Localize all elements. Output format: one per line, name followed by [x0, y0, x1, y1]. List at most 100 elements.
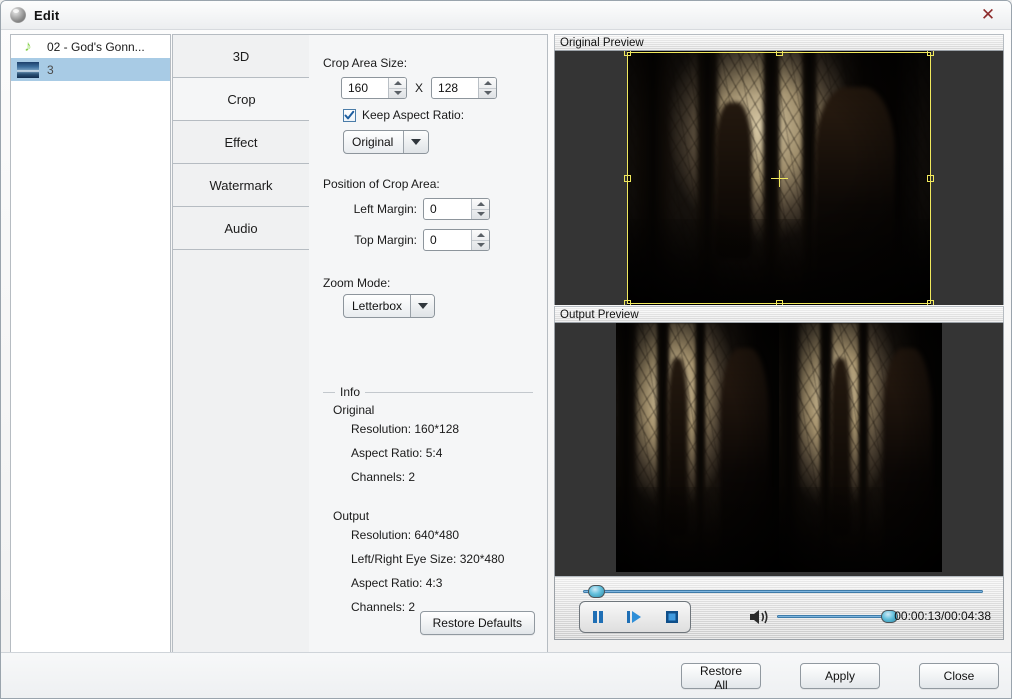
keep-aspect-ratio-label: Keep Aspect Ratio: [362, 108, 465, 122]
tab-strip-filler [173, 250, 310, 655]
info-group: Info Original Resolution: 160*128 Aspect… [323, 385, 533, 621]
dialog-footer: Restore All Apply Close [1, 652, 1011, 698]
crop-width-stepper[interactable] [341, 77, 407, 99]
tab-strip: 3D Crop Effect Watermark Audio [172, 34, 310, 655]
crop-settings-panel: Crop Area Size: X Keep [309, 34, 548, 654]
top-margin-stepper[interactable] [423, 229, 490, 251]
zoom-mode-label: Zoom Mode: [323, 276, 391, 290]
spin-down-icon[interactable] [389, 89, 406, 99]
top-margin-label: Top Margin: [354, 233, 417, 247]
output-preview-stage[interactable] [554, 323, 1004, 576]
list-item-label: 3 [47, 62, 54, 77]
left-margin-label: Left Margin: [353, 202, 417, 216]
crop-center-crosshair [779, 170, 780, 187]
list-item-label: 02 - God's Gonn... [47, 39, 145, 54]
crop-handle-bottom-left[interactable] [624, 300, 631, 305]
zoom-mode-value: Letterbox [352, 299, 403, 313]
edit-dialog: Edit ✕ ♪ 02 - God's Gonn... 3 3D Crop Ef… [0, 0, 1012, 699]
list-item[interactable]: 3 [11, 58, 170, 81]
stop-icon[interactable] [664, 609, 680, 625]
list-item[interactable]: ♪ 02 - God's Gonn... [11, 35, 170, 58]
crop-width-input[interactable] [342, 78, 388, 98]
position-of-crop-area-label: Position of Crop Area: [323, 177, 440, 191]
crop-area-size-label: Crop Area Size: [323, 56, 408, 70]
tab-label: Audio [224, 220, 258, 236]
original-preview-stage[interactable] [554, 51, 1004, 305]
spin-down-icon[interactable] [472, 210, 489, 220]
crop-height-spin-buttons[interactable] [478, 78, 497, 99]
tab-audio[interactable]: Audio [173, 207, 310, 250]
chevron-down-icon[interactable] [410, 295, 434, 317]
crop-width-spin-buttons[interactable] [388, 78, 406, 98]
info-original-heading: Original [333, 403, 375, 417]
keep-aspect-ratio-row[interactable]: Keep Aspect Ratio: [343, 108, 464, 122]
info-original-channels: Channels: 2 [351, 470, 416, 484]
left-margin-row: Left Margin: [339, 198, 490, 220]
tab-label: Crop [227, 91, 256, 107]
app-icon [10, 7, 26, 23]
tab-label: Effect [224, 134, 258, 150]
crop-handle-middle-left[interactable] [624, 175, 631, 182]
spin-up-icon[interactable] [479, 78, 497, 89]
tab-crop[interactable]: Crop [173, 78, 310, 121]
info-original-aspect-ratio: Aspect Ratio: 5:4 [351, 446, 443, 460]
tab-label: 3D [232, 48, 250, 64]
left-margin-stepper[interactable] [423, 198, 490, 220]
tab-effect[interactable]: Effect [173, 121, 310, 164]
spin-down-icon[interactable] [479, 89, 496, 99]
tab-3d[interactable]: 3D [173, 35, 310, 78]
seek-slider-thumb[interactable] [588, 585, 605, 598]
aspect-ratio-select[interactable]: Original [343, 130, 429, 154]
output-preview-image [616, 323, 942, 572]
seek-slider-track[interactable] [583, 590, 983, 593]
spin-down-icon[interactable] [472, 241, 489, 251]
crop-height-input[interactable] [432, 78, 479, 98]
info-output-eye-size: Left/Right Eye Size: 320*480 [351, 552, 505, 566]
restore-defaults-button[interactable]: Restore Defaults [419, 611, 535, 635]
crop-handle-top-center[interactable] [776, 51, 783, 56]
pause-icon[interactable] [590, 609, 606, 625]
time-display: 00:00:13/00:04:38 [894, 609, 991, 623]
speaker-icon[interactable] [748, 607, 772, 630]
top-margin-row: Top Margin: [339, 229, 490, 251]
top-margin-input[interactable] [424, 230, 471, 250]
spin-up-icon[interactable] [472, 199, 489, 210]
file-list[interactable]: ♪ 02 - God's Gonn... 3 [10, 34, 171, 654]
crop-height-stepper[interactable] [431, 77, 498, 99]
aspect-ratio-value: Original [352, 135, 394, 149]
transport-bar: 00:00:13/00:04:38 [554, 576, 1004, 640]
info-output-resolution: Resolution: 640*480 [351, 528, 460, 542]
window-title: Edit [34, 7, 60, 23]
crop-handle-top-left[interactable] [624, 51, 631, 56]
info-original-resolution: Resolution: 160*128 [351, 422, 460, 436]
zoom-mode-select[interactable]: Letterbox [343, 294, 435, 318]
title-bar: Edit ✕ [1, 1, 1011, 30]
info-legend: Info [335, 385, 366, 399]
volume-slider-track[interactable] [777, 615, 897, 618]
crop-handle-bottom-right[interactable] [927, 300, 934, 305]
crop-size-row: X [341, 77, 498, 99]
restore-all-button[interactable]: Restore All [681, 663, 761, 692]
keep-aspect-ratio-checkbox[interactable] [343, 108, 356, 122]
music-note-icon: ♪ [24, 37, 32, 55]
left-margin-input[interactable] [424, 199, 471, 219]
apply-button[interactable]: Apply [800, 663, 880, 689]
info-output-aspect-ratio: Aspect Ratio: 4:3 [351, 576, 443, 590]
original-preview-header: Original Preview [554, 34, 1004, 51]
left-margin-spin-buttons[interactable] [471, 199, 489, 219]
chevron-down-icon[interactable] [403, 131, 428, 153]
spin-up-icon[interactable] [472, 230, 489, 241]
close-icon[interactable]: ✕ [971, 4, 1005, 26]
top-margin-spin-buttons[interactable] [471, 230, 489, 250]
close-button[interactable]: Close [919, 663, 999, 689]
crop-handle-middle-right[interactable] [927, 175, 934, 182]
playback-controls [579, 601, 691, 633]
tab-watermark[interactable]: Watermark [173, 164, 310, 207]
crop-handle-top-right[interactable] [927, 51, 934, 56]
tab-label: Watermark [209, 177, 273, 193]
info-output-heading: Output [333, 509, 370, 523]
crop-handle-bottom-center[interactable] [776, 300, 783, 305]
video-thumbnail-icon [17, 61, 39, 78]
play-icon[interactable] [626, 609, 644, 625]
spin-up-icon[interactable] [389, 78, 406, 89]
